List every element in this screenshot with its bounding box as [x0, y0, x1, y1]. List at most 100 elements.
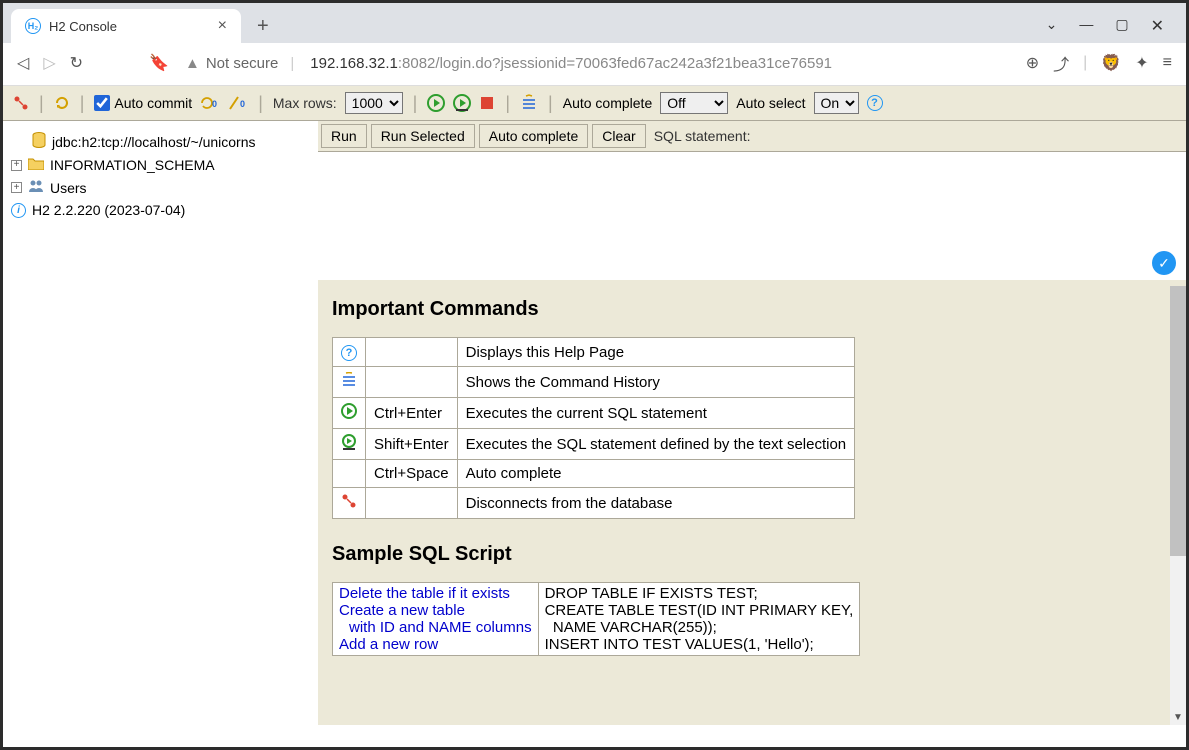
sidebar: jdbc:h2:tcp://localhost/~/unicorns + INF…	[3, 121, 318, 725]
url-box[interactable]: ▲ Not secure | 192.168.32.1:8082/login.d…	[185, 55, 1010, 72]
browser-tab[interactable]: H₂ H2 Console ×	[11, 9, 241, 43]
run-icon[interactable]	[427, 94, 445, 112]
results-panel: Important Commands ? Displays this Help …	[318, 280, 1186, 725]
auto-select-select[interactable]: On	[814, 92, 859, 114]
auto-complete-label: Auto complete	[563, 95, 653, 111]
expand-icon[interactable]: +	[11, 160, 22, 171]
h2-logo-icon: H₂	[25, 18, 41, 34]
maximize-icon[interactable]: ▢	[1115, 16, 1128, 36]
brave-shields-icon[interactable]: 🦁	[1101, 53, 1121, 73]
sample-link[interactable]: Add a new row	[339, 636, 438, 653]
sample-link[interactable]: Create a new table	[339, 602, 465, 619]
url-text: 192.168.32.1:8082/login.do?jsessionid=70…	[310, 55, 832, 72]
shortcut-cell	[366, 367, 458, 398]
sql-controls: Run Run Selected Auto complete Clear SQL…	[318, 121, 1186, 152]
auto-commit-label-text: Auto commit	[114, 95, 192, 111]
table-row: ? Displays this Help Page	[333, 338, 855, 367]
desc-cell: Auto complete	[457, 460, 855, 488]
extensions-icon[interactable]: ✦	[1135, 53, 1148, 73]
version-node[interactable]: i H2 2.2.220 (2023-07-04)	[11, 199, 310, 221]
run-button[interactable]: Run	[321, 124, 367, 148]
run-selected-icon[interactable]	[341, 437, 357, 454]
db-node[interactable]: jdbc:h2:tcp://localhost/~/unicorns	[11, 129, 310, 154]
shortcut-cell	[366, 338, 458, 367]
scrollbar-down-icon[interactable]: ▼	[1170, 709, 1186, 725]
info-schema-node[interactable]: + INFORMATION_SCHEMA	[11, 154, 310, 176]
version-label: H2 2.2.220 (2023-07-04)	[32, 202, 185, 218]
new-tab-button[interactable]: +	[249, 11, 277, 42]
close-window-icon[interactable]: ✕	[1151, 16, 1164, 36]
shortcut-cell: Shift+Enter	[366, 429, 458, 460]
commit-icon[interactable]: 0	[200, 95, 220, 111]
commands-table: ? Displays this Help Page Shows the Comm…	[332, 337, 855, 519]
url-host: 192.168.32.1	[310, 55, 398, 72]
scrollbar-thumb[interactable]	[1170, 286, 1186, 556]
sample-link[interactable]: with ID and NAME columns	[339, 619, 532, 636]
auto-commit-checkbox[interactable]: Auto commit	[94, 95, 192, 111]
db-url-label: jdbc:h2:tcp://localhost/~/unicorns	[52, 134, 256, 150]
zoom-icon[interactable]: ⊕	[1026, 53, 1039, 73]
content-area: Run Run Selected Auto complete Clear SQL…	[318, 121, 1186, 725]
refresh-icon[interactable]	[54, 95, 70, 111]
run-selected-icon[interactable]	[453, 94, 471, 112]
shortcut-cell: Ctrl+Space	[366, 460, 458, 488]
url-path: /login.do?jsessionid=70063fed67ac242a3f2…	[435, 55, 832, 72]
sample-link[interactable]: Delete the table if it exists	[339, 585, 510, 602]
disconnect-icon[interactable]	[341, 496, 357, 513]
users-node[interactable]: + Users	[11, 176, 310, 199]
share-icon[interactable]: ⤴	[1053, 51, 1069, 75]
folder-icon	[28, 157, 44, 173]
close-tab-icon[interactable]: ×	[218, 17, 227, 35]
forward-button[interactable]: ▷	[43, 53, 55, 73]
browser-chrome: H₂ H2 Console × + ⌄ — ▢ ✕ ◁ ▷ ↻ 🔖 ▲ Not …	[3, 3, 1186, 86]
help-icon[interactable]: ?	[341, 345, 357, 361]
main-area: jdbc:h2:tcp://localhost/~/unicorns + INF…	[3, 121, 1186, 725]
expand-icon[interactable]: +	[11, 182, 22, 193]
auto-select-label: Auto select	[736, 95, 805, 111]
info-schema-label: INFORMATION_SCHEMA	[50, 157, 215, 173]
help-icon[interactable]: ?	[867, 95, 883, 111]
check-badge-icon[interactable]: ✓	[1152, 251, 1176, 275]
not-secure-label: Not secure	[206, 55, 279, 72]
stop-icon[interactable]	[479, 95, 495, 111]
history-icon[interactable]	[341, 375, 357, 392]
bookmark-icon[interactable]: 🔖	[149, 53, 169, 73]
rollback-icon[interactable]: 0	[228, 95, 248, 111]
address-bar: ◁ ▷ ↻ 🔖 ▲ Not secure | 192.168.32.1:8082…	[3, 43, 1186, 86]
history-icon[interactable]	[520, 94, 538, 112]
run-icon[interactable]	[341, 406, 357, 423]
shortcut-cell: Ctrl+Enter	[366, 398, 458, 429]
table-row: Shift+Enter Executes the SQL statement d…	[333, 429, 855, 460]
desc-cell: Executes the SQL statement defined by th…	[457, 429, 855, 460]
table-row: Disconnects from the database	[333, 488, 855, 519]
max-rows-select[interactable]: 1000	[345, 92, 403, 114]
nav-controls: ◁ ▷ ↻	[17, 53, 83, 73]
svg-text:0: 0	[212, 99, 217, 109]
desc-cell: Executes the current SQL statement	[457, 398, 855, 429]
chevron-down-icon[interactable]: ⌄	[1046, 16, 1058, 36]
menu-icon[interactable]: ≡	[1163, 54, 1172, 72]
sample-code-cell: DROP TABLE IF EXISTS TEST; CREATE TABLE …	[538, 583, 860, 656]
minimize-icon[interactable]: —	[1079, 16, 1093, 36]
auto-complete-button[interactable]: Auto complete	[479, 124, 589, 148]
h2-toolbar: | | Auto commit 0 0 | Max rows: 1000 | |…	[3, 86, 1186, 121]
back-button[interactable]: ◁	[17, 53, 29, 73]
users-label: Users	[50, 180, 87, 196]
tab-bar: H₂ H2 Console × + ⌄ — ▢ ✕	[3, 3, 1186, 43]
sample-heading: Sample SQL Script	[332, 543, 1172, 566]
not-secure-indicator[interactable]: ▲ Not secure |	[185, 55, 300, 72]
run-selected-button[interactable]: Run Selected	[371, 124, 475, 148]
window-controls: ⌄ — ▢ ✕	[1046, 16, 1178, 36]
disconnect-icon[interactable]	[13, 95, 29, 111]
table-row: Delete the table if it exists Create a n…	[333, 583, 860, 656]
auto-complete-select[interactable]: Off	[660, 92, 728, 114]
warning-icon: ▲	[185, 55, 200, 72]
clear-button[interactable]: Clear	[592, 124, 645, 148]
table-row: Ctrl+Enter Executes the current SQL stat…	[333, 398, 855, 429]
commands-heading: Important Commands	[332, 298, 1172, 321]
tab-title: H2 Console	[49, 19, 117, 34]
sql-textarea[interactable]	[318, 152, 1186, 280]
sql-statement-label: SQL statement:	[654, 128, 751, 144]
auto-commit-input[interactable]	[94, 95, 110, 111]
reload-button[interactable]: ↻	[70, 53, 83, 73]
